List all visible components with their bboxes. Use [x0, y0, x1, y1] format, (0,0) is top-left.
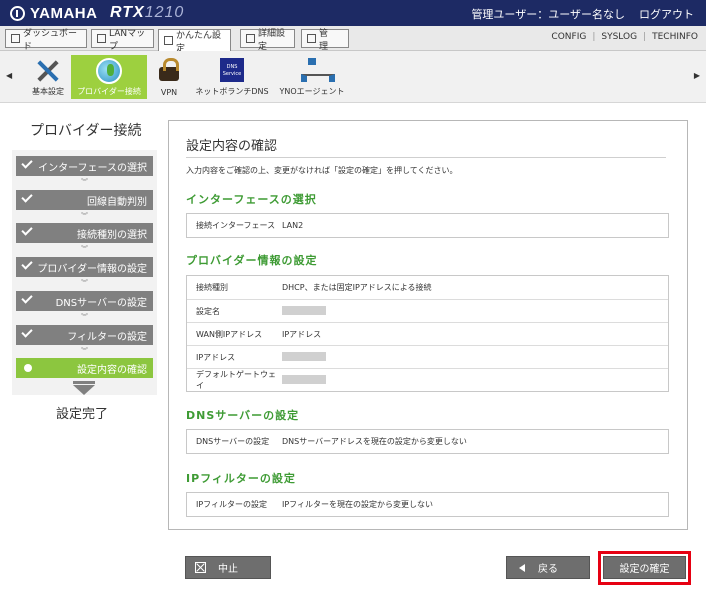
- interface-table: 接続インターフェース LAN2: [186, 213, 669, 238]
- chevron-down-icon: ︾: [81, 212, 88, 220]
- tab-advanced-settings[interactable]: 詳細設定: [240, 29, 295, 52]
- step-connection-type: 接続種別の選択: [16, 223, 153, 243]
- tab-management[interactable]: 管 理: [301, 29, 349, 52]
- step-auto-detect: 回線自動判別: [16, 190, 153, 210]
- syslog-link[interactable]: SYSLOG: [601, 32, 637, 42]
- ribbon-right-arrow-icon[interactable]: ▶: [694, 71, 700, 80]
- ribbon-item-provider-connection[interactable]: プロバイダー接続: [71, 55, 147, 99]
- confirm-settings-button[interactable]: 設定の確定: [603, 556, 686, 579]
- tab-dashboard[interactable]: ダッシュボード: [5, 29, 87, 52]
- user-label: 管理ユーザー：ユーザー名なし: [471, 8, 625, 21]
- feature-ribbon: ◀ 基本設定 プロバイダー接続 VPN DNS Service ネットボランチD…: [0, 51, 706, 103]
- user-info: 管理ユーザー：ユーザー名なし ログアウト: [471, 6, 694, 22]
- tab-easy-setup[interactable]: かんたん設定: [158, 29, 231, 54]
- step-confirm-current: 設定内容の確認: [16, 358, 153, 378]
- network-icon: [299, 58, 335, 84]
- table-row: DNSサーバーの設定 DNSサーバーアドレスを現在の設定から変更しない: [196, 437, 467, 446]
- chevron-down-icon: ︾: [81, 178, 88, 186]
- ribbon-left-arrow-icon[interactable]: ◀: [6, 71, 12, 80]
- table-row: IPフィルターの設定 IPフィルターを現在の設定から変更しない: [196, 500, 434, 509]
- cancel-button[interactable]: 中止: [185, 556, 271, 579]
- top-links: CONFIG | SYSLOG | TECHINFO: [551, 32, 698, 42]
- current-step-icon: [24, 364, 32, 372]
- top-bar: YAMAHA RTX1210 管理ユーザー：ユーザー名なし ログアウト: [0, 0, 706, 26]
- setup-complete-label: 設定完了: [56, 407, 109, 422]
- check-icon: [21, 326, 33, 338]
- step-list: インターフェースの選択 ︾ 回線自動判別 ︾ 接続種別の選択 ︾ プロバイダー情…: [12, 150, 157, 395]
- gear-icon: [246, 34, 255, 43]
- check-icon: [21, 224, 33, 236]
- done-arrow-bar: [73, 381, 95, 384]
- dashboard-icon: [11, 34, 20, 43]
- ribbon-item-yno-agent[interactable]: YNOエージェント: [276, 55, 348, 99]
- ribbon-item-vpn[interactable]: VPN: [150, 55, 188, 99]
- lock-icon: [159, 58, 179, 81]
- table-row: 設定名: [187, 299, 668, 322]
- ribbon-item-basic-settings[interactable]: 基本設定: [28, 55, 68, 99]
- arrow-down-icon: [73, 385, 95, 395]
- provider-info-table: 接続種別 DHCP、または固定IPアドレスによる接続 設定名 WAN側IPアドレ…: [186, 275, 669, 392]
- yamaha-emblem-icon: [10, 6, 25, 21]
- section-title-dns: DNSサーバーの設定: [186, 409, 300, 422]
- page-description: 入力内容をご確認の上、変更がなければ「設定の確定」を押してください。: [186, 166, 458, 175]
- ip-filter-table: IPフィルターの設定 IPフィルターを現在の設定から変更しない: [186, 492, 669, 517]
- check-icon: [21, 292, 33, 304]
- masked-value: [282, 305, 326, 315]
- check-icon: [21, 258, 33, 270]
- lan-map-icon: [97, 34, 106, 43]
- techinfo-link[interactable]: TECHINFO: [652, 32, 698, 42]
- wrench-icon: [307, 34, 316, 43]
- back-arrow-icon: [519, 564, 525, 572]
- chevron-down-icon: ︾: [81, 245, 88, 253]
- check-icon: [21, 191, 33, 203]
- step-dns-server: DNSサーバーの設定: [16, 291, 153, 311]
- logout-link[interactable]: ログアウト: [639, 6, 694, 22]
- yamaha-logo: YAMAHA: [10, 5, 97, 22]
- chevron-down-icon: ︾: [81, 347, 88, 355]
- dns-icon: DNS Service: [220, 58, 244, 82]
- config-link[interactable]: CONFIG: [551, 32, 586, 42]
- table-row: 接続インターフェース LAN2: [196, 221, 304, 230]
- step-interface-select: インターフェースの選択: [16, 156, 153, 176]
- masked-value: [282, 351, 326, 361]
- easy-setup-icon: [164, 36, 173, 45]
- step-provider-info: プロバイダー情報の設定: [16, 257, 153, 277]
- confirmation-panel: 設定内容の確認 入力内容をご確認の上、変更がなければ「設定の確定」を押してくださ…: [168, 120, 688, 530]
- section-title-ip-filter: IPフィルターの設定: [186, 472, 296, 485]
- close-icon: [195, 562, 206, 573]
- table-row: デフォルトゲートウェイ: [187, 368, 668, 391]
- brand-name: YAMAHA: [30, 5, 98, 22]
- section-title-provider-info: プロバイダー情報の設定: [186, 254, 318, 267]
- tab-bar: ダッシュボード LANマップ かんたん設定 詳細設定 管 理 CONFIG | …: [0, 26, 706, 54]
- table-row: WAN側IPアドレス IPアドレス: [187, 322, 668, 345]
- divider: [186, 157, 666, 158]
- chevron-down-icon: ︾: [81, 279, 88, 287]
- table-row: IPアドレス: [187, 345, 668, 368]
- check-icon: [21, 157, 33, 169]
- page-title: 設定内容の確認: [186, 139, 278, 154]
- globe-icon: [96, 58, 122, 84]
- table-row: 接続種別 DHCP、または固定IPアドレスによる接続: [196, 283, 432, 292]
- step-filter: フィルターの設定: [16, 325, 153, 345]
- chevron-down-icon: ︾: [81, 313, 88, 321]
- model-name: RTX1210: [110, 4, 185, 21]
- masked-value: [282, 374, 326, 384]
- tab-lan-map[interactable]: LANマップ: [91, 29, 154, 52]
- section-title-interface: インターフェースの選択: [186, 193, 317, 206]
- sidebar-title: プロバイダー接続: [30, 123, 142, 139]
- dns-table: DNSサーバーの設定 DNSサーバーアドレスを現在の設定から変更しない: [186, 429, 669, 454]
- back-button[interactable]: 戻る: [506, 556, 590, 579]
- ribbon-item-netvolante-dns[interactable]: DNS Service ネットボランチDNS: [193, 55, 271, 99]
- tools-icon: [35, 58, 61, 84]
